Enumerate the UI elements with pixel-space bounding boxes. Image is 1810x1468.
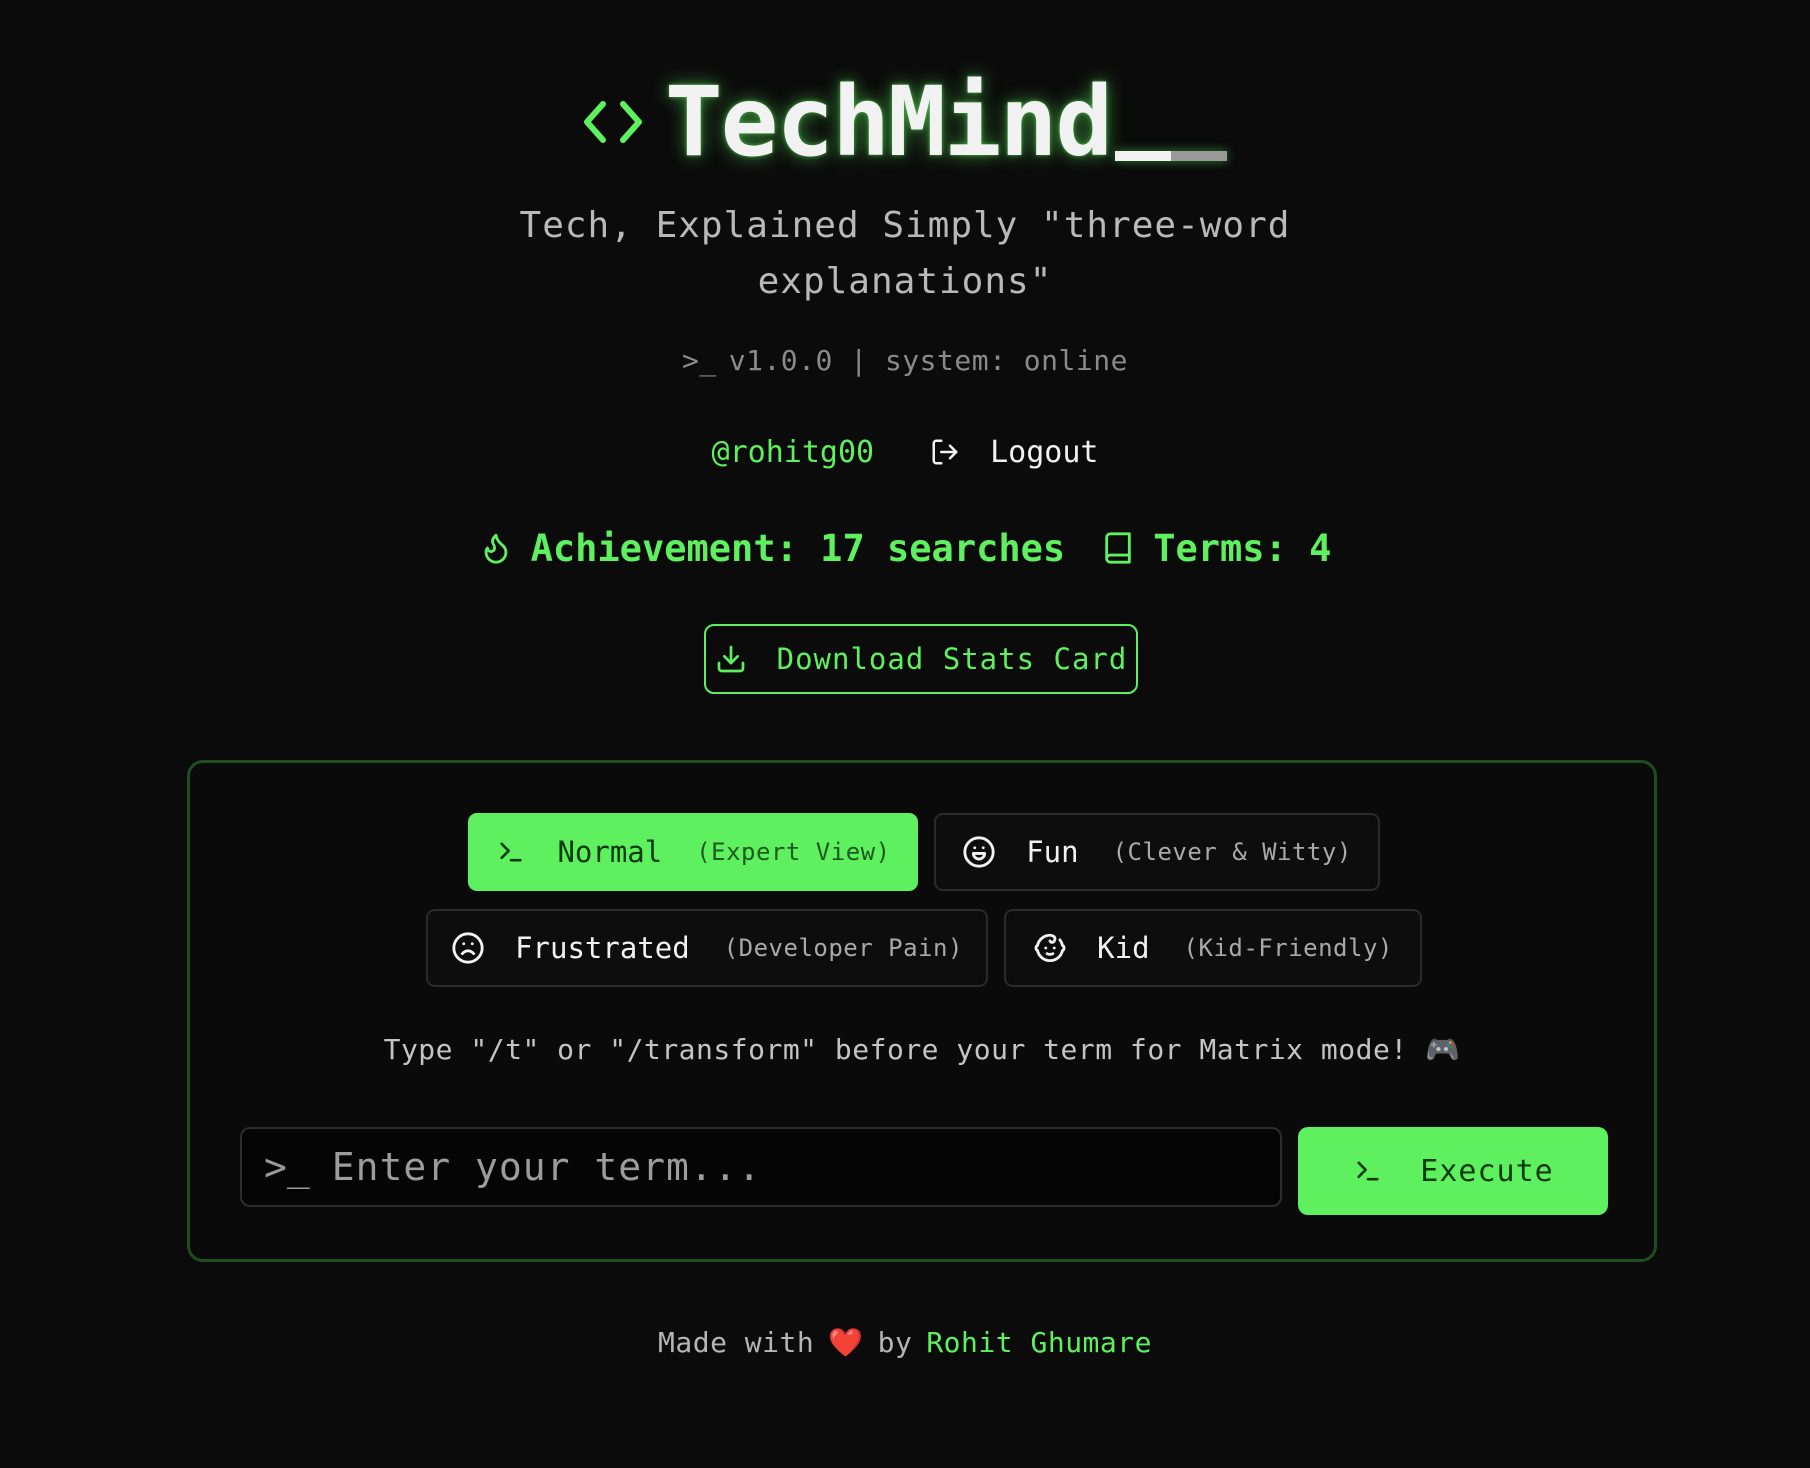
footer: Made with ❤️ by Rohit Ghumare <box>0 1326 1810 1359</box>
author-link[interactable]: Rohit Ghumare <box>926 1326 1152 1359</box>
achievement-label: Achievement: 17 searches <box>530 526 1066 570</box>
code-brackets-icon <box>583 100 643 144</box>
term-input-wrapper[interactable]: >_ <box>240 1127 1282 1207</box>
download-label: Download Stats Card <box>776 642 1128 676</box>
app-title: TechMind <box>665 74 1228 170</box>
mode-normal-button[interactable]: Normal (Expert View) <box>468 813 918 891</box>
mode-fun-button[interactable]: Fun (Clever & Witty) <box>934 813 1380 891</box>
stats-row: Achievement: 17 searches Terms: 4 <box>0 518 1810 578</box>
execute-label: Execute <box>1420 1153 1554 1189</box>
term-input[interactable] <box>329 1144 1234 1190</box>
logout-button[interactable]: Logout <box>930 435 1098 470</box>
app-subtitle: Tech, Explained Simply "three-word expla… <box>519 205 1291 302</box>
download-icon <box>717 645 744 673</box>
version-text: v1.0.0 | system: online <box>728 344 1128 377</box>
logout-icon <box>932 439 958 465</box>
frown-icon <box>452 932 484 964</box>
terminal-icon <box>1357 1161 1379 1181</box>
blinking-cursor <box>1115 151 1228 161</box>
logout-label: Logout <box>990 434 1099 470</box>
mode-normal-sub: (Expert View) <box>696 838 891 866</box>
brand-header: TechMind <box>0 62 1810 182</box>
mode-kid-sub: (Kid-Friendly) <box>1183 934 1393 962</box>
mode-kid-label: Kid <box>1097 931 1150 965</box>
footer-by: by <box>877 1326 913 1359</box>
terminal-prompt-icon: >_ <box>682 344 717 377</box>
input-prompt: >_ <box>264 1145 310 1189</box>
mode-fun-label: Fun <box>1026 835 1079 869</box>
mode-frustrated-button[interactable]: Frustrated (Developer Pain) <box>426 909 988 987</box>
execute-button[interactable]: Execute <box>1298 1127 1608 1215</box>
heart-icon: ❤️ <box>828 1326 864 1359</box>
terms-stat: Terms: 4 <box>1101 527 1331 570</box>
mode-fun-sub: (Clever & Witty) <box>1112 838 1352 866</box>
achievement-stat: Achievement: 17 searches <box>479 526 1066 570</box>
matrix-mode-hint: Type "/t" or "/transform" before your te… <box>383 1033 1461 1066</box>
version-status: >_ v1.0.0 | system: online <box>0 344 1810 377</box>
book-icon <box>1105 532 1131 564</box>
footer-prefix: Made with <box>658 1326 815 1359</box>
mode-frustrated-sub: (Developer Pain) <box>723 934 963 962</box>
mode-kid-button[interactable]: Kid (Kid-Friendly) <box>1004 909 1422 987</box>
flame-icon <box>484 533 507 564</box>
terms-label: Terms: 4 <box>1153 526 1332 570</box>
username[interactable]: @rohitg00 <box>712 435 875 470</box>
user-row: @rohitg00 Logout <box>0 428 1810 476</box>
smile-icon <box>963 836 995 868</box>
mode-normal-label: Normal <box>557 835 663 869</box>
download-stats-button[interactable]: Download Stats Card <box>704 624 1138 694</box>
search-panel: Normal (Expert View) Fun (Clever & Witty… <box>187 760 1657 1262</box>
mode-frustrated-label: Frustrated <box>515 931 690 965</box>
terminal-icon <box>500 842 523 862</box>
baby-icon <box>1034 933 1066 963</box>
